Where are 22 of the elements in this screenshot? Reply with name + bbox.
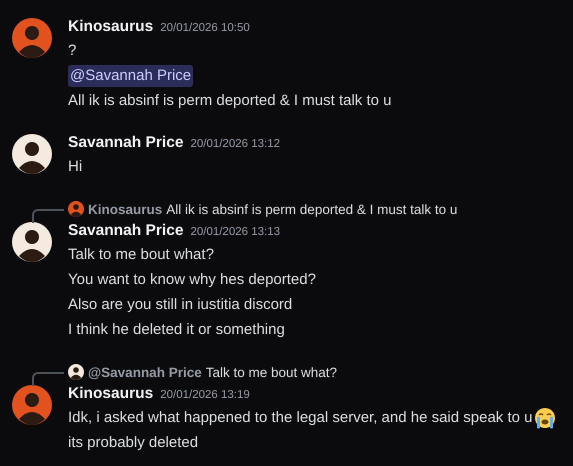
timestamp: 20/01/2026 13:12 xyxy=(190,138,280,150)
message-text: Hi xyxy=(68,157,82,177)
timestamp: 20/01/2026 13:13 xyxy=(190,226,280,238)
message-text: I think he deleted it or something xyxy=(68,320,285,340)
reply-preview[interactable]: All ik is absinf is perm deported & I must talk to u xyxy=(166,202,458,216)
message-text: You want to know why hes deported? xyxy=(68,270,316,290)
message-text: ? xyxy=(68,41,76,61)
timestamp: 20/01/2026 13:19 xyxy=(160,389,250,401)
reply-author[interactable]: Kinosaurus xyxy=(88,202,162,216)
message-text: All ik is absinf is perm deported & I must talk to u xyxy=(68,91,392,111)
reply-author[interactable]: @Savannah Price xyxy=(88,364,202,380)
user-mention[interactable]: @Savannah Price xyxy=(68,65,194,87)
reply-preview[interactable]: Talk to me bout what? xyxy=(206,364,338,380)
username[interactable]: Savannah Price xyxy=(68,134,184,152)
username[interactable]: Savannah Price xyxy=(68,222,184,240)
message-text: Idk, i asked what happened to the legal server, and he said speak to u xyxy=(68,408,532,428)
message-text: Also are you still in iustitia discord xyxy=(68,295,292,315)
username[interactable]: Kinosaurus xyxy=(68,385,154,403)
message-text: Talk to me bout what? xyxy=(68,245,214,265)
username[interactable]: Kinosaurus xyxy=(68,18,154,36)
message-text: its probably deleted xyxy=(68,433,198,453)
timestamp: 20/01/2026 10:50 xyxy=(160,22,250,34)
